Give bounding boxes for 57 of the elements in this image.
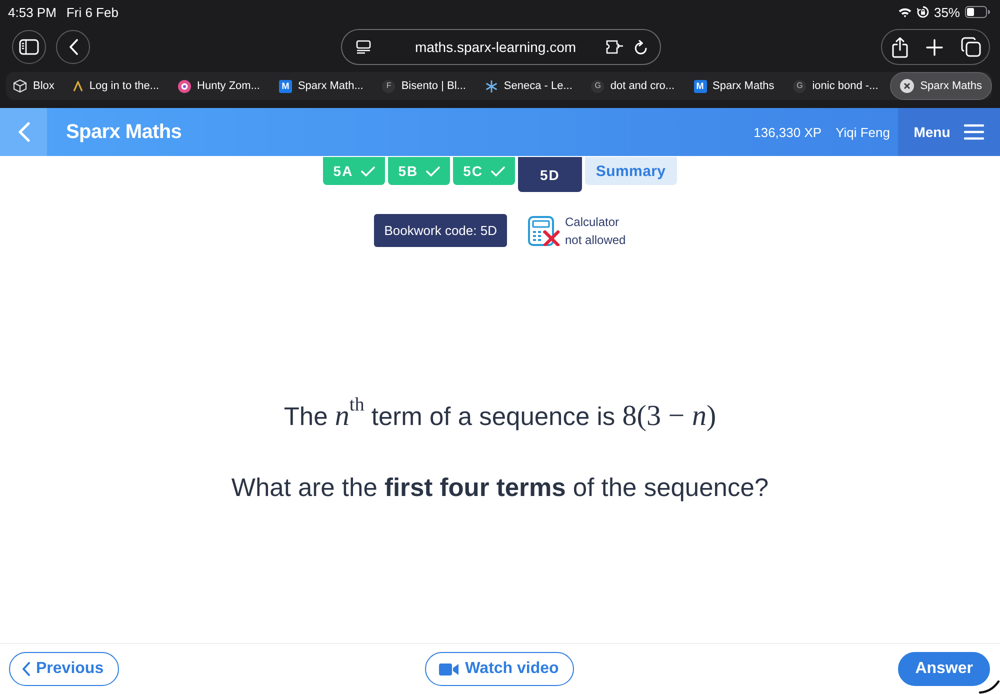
snowflake-icon — [484, 80, 498, 92]
close-icon[interactable] — [900, 79, 914, 93]
favicon-letter: M — [278, 80, 292, 92]
plus-icon[interactable] — [926, 38, 943, 56]
back-button[interactable] — [56, 30, 90, 64]
question-text: What are the first four terms of the sequence? — [231, 473, 769, 504]
page-menu-icon[interactable] — [356, 40, 371, 54]
browser-tab[interactable]: F Bisento | Bl... — [375, 72, 473, 100]
favicon-letter: F — [382, 80, 396, 92]
favicon-letter: M — [694, 80, 707, 92]
browser-tab[interactable]: Hunty Zom... — [171, 72, 267, 100]
calculator-note: Calculator not allowed — [565, 214, 626, 248]
sidebar-icon — [19, 39, 39, 55]
browser-tab[interactable]: Sparx Maths — [890, 72, 992, 100]
bookwork-code: Bookwork code: 5D — [374, 214, 507, 247]
check-icon — [426, 166, 440, 176]
browser-tab[interactable]: G ionic bond -... — [786, 72, 886, 100]
browser-tab[interactable]: M Sparx Math... — [272, 72, 370, 100]
watch-video-button[interactable]: Watch video — [425, 652, 574, 686]
check-icon — [491, 166, 506, 176]
corner-stroke — [978, 680, 1000, 694]
sidebar-button[interactable] — [12, 30, 46, 64]
browser-tab[interactable]: Log in to the... — [66, 72, 166, 100]
xp-count: 136,330 XP — [754, 124, 822, 140]
video-camera-icon — [439, 662, 460, 676]
share-icon[interactable] — [892, 36, 908, 58]
wifi-icon — [898, 6, 912, 18]
rotation-lock-icon — [916, 6, 929, 18]
battery-percent: 35% — [934, 4, 960, 20]
cube-icon — [13, 79, 27, 93]
ring-icon — [178, 80, 192, 92]
browser-tab[interactable]: Seneca - Le... — [478, 72, 580, 100]
address-bar[interactable]: maths.sparx-learning.com — [341, 29, 661, 65]
extension-icon[interactable] — [606, 40, 624, 54]
browser-tab[interactable]: Blox — [6, 72, 62, 100]
previous-button[interactable]: Previous — [9, 652, 119, 686]
caret-icon — [73, 80, 84, 92]
menu-icon — [964, 124, 984, 140]
reload-icon[interactable] — [634, 40, 648, 54]
tabs-icon[interactable] — [961, 37, 981, 57]
favicon-letter: G — [591, 80, 604, 92]
chevron-left-icon — [22, 662, 30, 676]
browser-tab[interactable]: M Sparx Maths — [686, 72, 782, 100]
menu-button[interactable]: Menu — [898, 108, 1000, 156]
task-tab[interactable]: 5D — [518, 157, 582, 192]
status-time: 4:53 PM — [8, 4, 56, 20]
chevron-left-icon — [18, 122, 30, 142]
favicon-letter: G — [793, 80, 806, 92]
answer-button[interactable]: Answer — [898, 652, 990, 686]
user-name[interactable]: Yiqi Feng — [836, 124, 890, 140]
question-text: The n$^{th}$ term of a sequence is 8(3 − n) — [284, 396, 716, 434]
app-title: Sparx Maths — [66, 120, 182, 144]
status-date: Fri 6 Feb — [66, 4, 118, 20]
chevron-left-icon — [68, 39, 78, 55]
battery-icon — [965, 6, 990, 18]
check-icon — [361, 166, 376, 176]
browser-tab[interactable]: G dot and cro... — [584, 72, 682, 100]
